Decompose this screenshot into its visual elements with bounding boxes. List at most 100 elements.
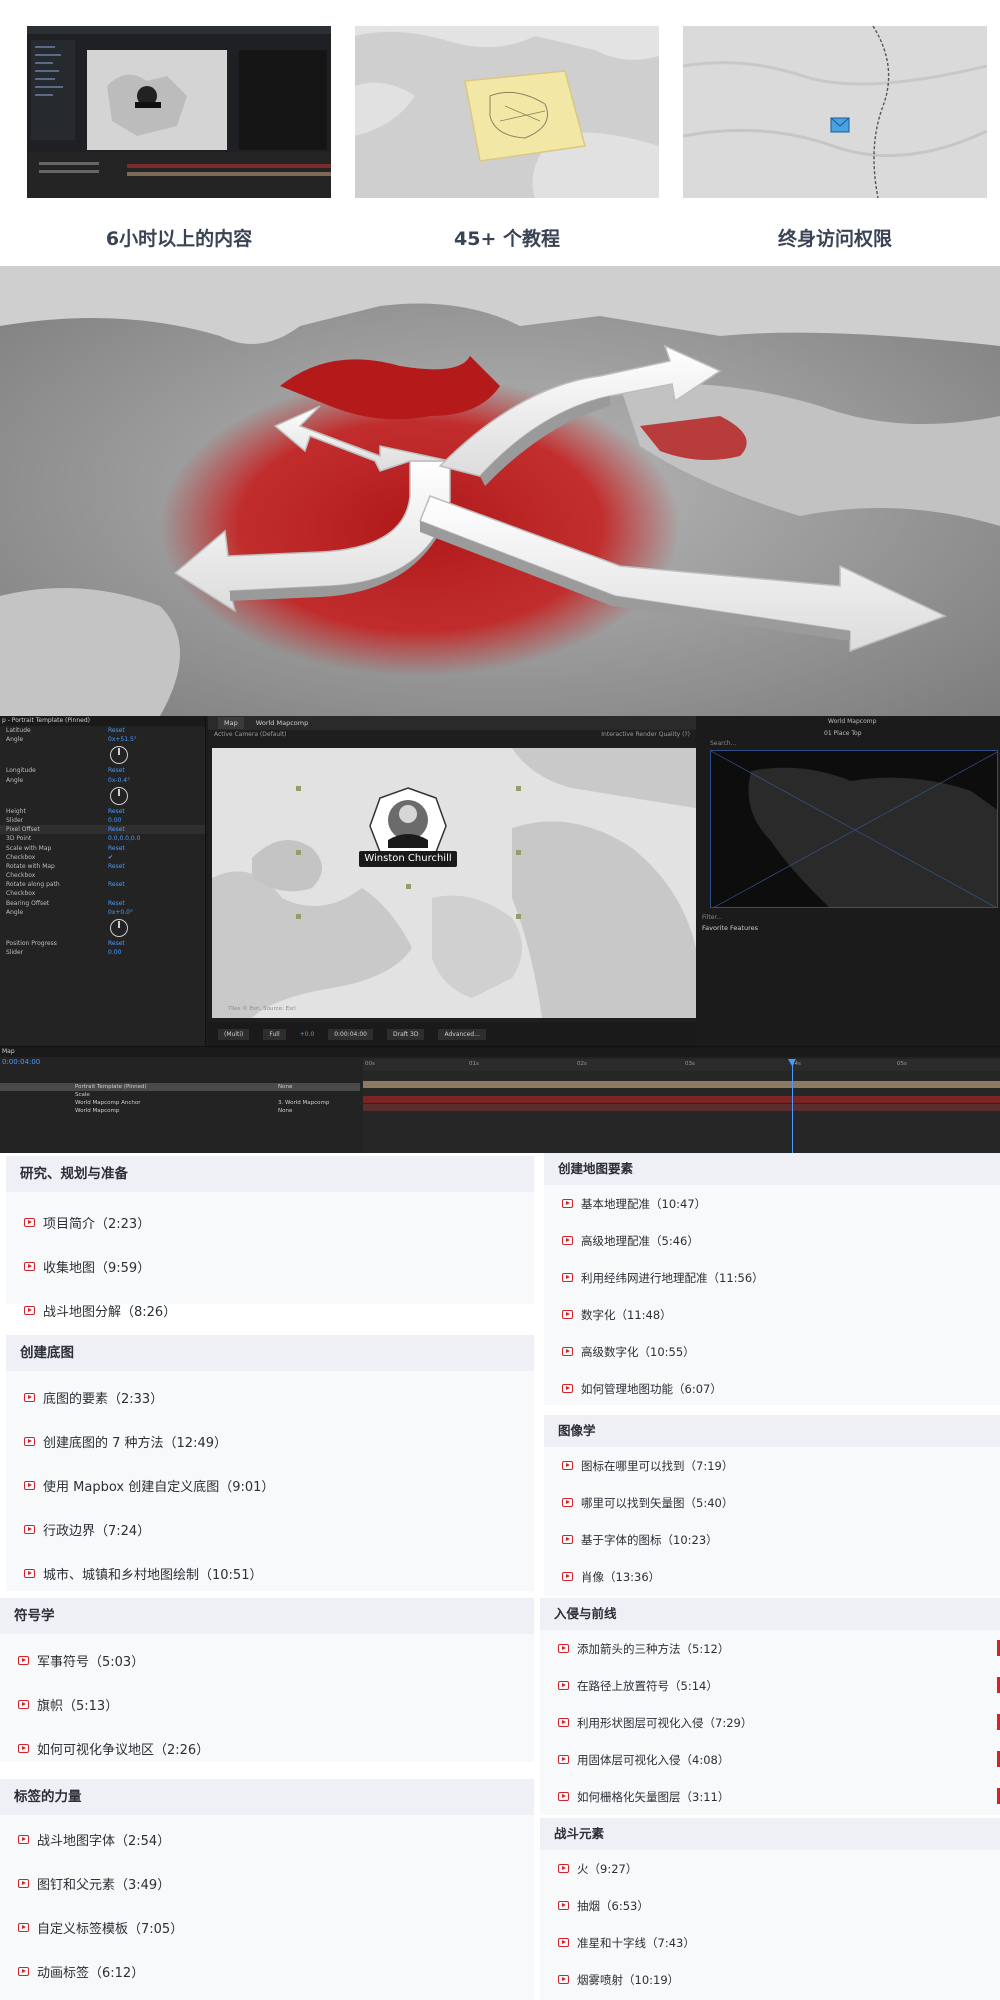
section-title: 创建底图 — [6, 1335, 534, 1371]
effect-param-row[interactable]: Angle 0x+0.0° — [0, 908, 205, 917]
lesson-item[interactable]: 城市、城镇和乡村地图绘制（10:51） — [6, 1551, 534, 1595]
effect-param-row[interactable]: Rotate along path Reset — [0, 880, 205, 889]
effect-controls-panel: p - Portrait Template (Pinned) Latitude R… — [0, 716, 206, 1046]
composition-tabs: Map World Mapcomp — [208, 716, 696, 730]
current-time[interactable]: 0:00:04:00 — [328, 1028, 373, 1040]
effect-param-row[interactable]: Checkbox ✔ — [0, 853, 205, 862]
video-play-icon — [558, 1975, 569, 1984]
timeline-tracks[interactable]: 00s 01s 02s 03s 04s 05s — [363, 1059, 1000, 1153]
lesson-item[interactable]: 肖像（13:36） — [544, 1558, 1000, 1595]
timecode[interactable]: 0:00:04:00 — [2, 1058, 40, 1066]
exposure-value[interactable]: +0.0 — [300, 1031, 315, 1038]
world-map-preview[interactable] — [710, 750, 998, 908]
portrait-label: Winston Churchill — [359, 851, 457, 867]
layer-bar[interactable] — [363, 1096, 1000, 1103]
feature-label-tutorials: 45+ 个教程 — [454, 228, 560, 250]
effect-param-row[interactable]: Slider 0.00 — [0, 948, 205, 957]
video-play-icon — [24, 1524, 35, 1534]
effect-param-row[interactable]: Latitude Reset — [0, 726, 205, 735]
effect-param-row[interactable]: Longitude Reset — [0, 766, 205, 775]
effect-param-row[interactable]: Checkbox — [0, 889, 205, 898]
lesson-item[interactable]: 如何管理地图功能（6:07） — [544, 1370, 1000, 1407]
favorite-features[interactable]: Favorite Features — [702, 924, 758, 932]
filter-field[interactable]: Filter... — [702, 914, 722, 921]
effect-param-row[interactable]: Pixel Offset Reset — [0, 825, 205, 835]
advanced-button[interactable]: Advanced... — [438, 1028, 486, 1040]
effect-param-row[interactable]: Slider 0.00 — [0, 816, 205, 825]
effect-param-row[interactable]: Checkbox — [0, 871, 205, 880]
lesson-item[interactable]: 高级地理配准（5:46） — [544, 1222, 1000, 1259]
effect-param-row[interactable]: Scale with Map Reset — [0, 844, 205, 853]
terrain-icon-thumbnail — [683, 26, 987, 198]
lesson-item[interactable]: 底图的要素（2:33） — [6, 1375, 534, 1419]
lesson-item[interactable]: 准星和十字线（7:43） — [540, 1924, 1000, 1961]
lesson-item[interactable]: 基本地理配准（10:47） — [544, 1185, 1000, 1222]
lesson-item[interactable]: 图钉和父元素（3:49） — [0, 1861, 534, 1905]
lesson-item[interactable]: 基于字体的图标（10:23） — [544, 1521, 1000, 1558]
layer-bar[interactable] — [363, 1104, 1000, 1111]
lesson-item[interactable]: 战斗地图字体（2:54） — [0, 1817, 534, 1861]
video-play-icon — [24, 1436, 35, 1446]
lesson-item[interactable]: 哪里可以找到矢量图（5:40） — [544, 1484, 1000, 1521]
video-play-icon — [562, 1461, 573, 1470]
lesson-item[interactable]: 项目简介（2:23） — [6, 1200, 534, 1244]
angle-dial[interactable] — [110, 919, 128, 937]
lesson-item[interactable]: 行政边界（7:24） — [6, 1507, 534, 1551]
timeline-tab[interactable]: Map — [0, 1047, 1000, 1057]
angle-dial[interactable] — [110, 786, 128, 805]
playhead[interactable] — [788, 1059, 796, 1153]
layer-row[interactable]: Scale — [0, 1091, 360, 1099]
video-play-icon — [562, 1199, 573, 1208]
lesson-item[interactable]: 添加箭头的三种方法（5:12） — [540, 1630, 1000, 1667]
layer-row[interactable]: World Mapcomp None — [0, 1107, 360, 1115]
tab-world-mapcomp[interactable]: World Mapcomp — [256, 719, 308, 727]
draft-3d-toggle[interactable]: Draft 3D — [387, 1028, 425, 1040]
time-ruler[interactable]: 00s 01s 02s 03s 04s 05s — [363, 1059, 1000, 1071]
magnification-select[interactable]: (Multi) — [218, 1028, 250, 1040]
lesson-item[interactable]: 图标在哪里可以找到（7:19） — [544, 1447, 1000, 1484]
video-play-icon — [24, 1305, 35, 1315]
lesson-item[interactable]: 火（9:27） — [540, 1850, 1000, 1887]
angle-dial[interactable] — [110, 746, 128, 765]
layer-row[interactable]: Portrait Template (Pinned) None — [0, 1083, 360, 1091]
lesson-item[interactable]: 使用 Mapbox 创建自定义底图（9:01） — [6, 1463, 534, 1507]
lesson-item[interactable]: 自定义标签模板（7:05） — [0, 1905, 534, 1949]
lesson-item[interactable]: 利用形状图层可视化入侵（7:29） — [540, 1704, 1000, 1741]
geolayers-panel: World Mapcomp 01 Place Top Search... Fil… — [698, 716, 1000, 1046]
layer-row[interactable]: World Mapcomp Anchor 3. World Mapcomp — [0, 1099, 360, 1107]
effect-param-row[interactable]: Rotate with Map Reset — [0, 862, 205, 871]
effect-param-row[interactable]: 3D Point 0.0,0.0,0.0 — [0, 834, 205, 843]
lesson-item[interactable]: 军事符号（5:03） — [0, 1638, 534, 1682]
lesson-item[interactable]: 用固体层可视化入侵（4:08） — [540, 1741, 1000, 1778]
lesson-item[interactable]: 在路径上放置符号（5:14） — [540, 1667, 1000, 1704]
effect-param-row[interactable]: Height Reset — [0, 807, 205, 816]
video-play-icon — [18, 1966, 29, 1976]
effect-param-row[interactable]: Angle 0x-0.4° — [0, 776, 205, 785]
effect-param-row[interactable]: Position Progress Reset — [0, 939, 205, 948]
lesson-item[interactable]: 高级数字化（10:55） — [544, 1333, 1000, 1370]
video-play-icon — [562, 1535, 573, 1544]
video-play-icon — [24, 1480, 35, 1490]
resolution-select[interactable]: Full — [263, 1028, 286, 1040]
lesson-item[interactable]: 如何可视化争议地区（2:26） — [0, 1726, 534, 1770]
lesson-item[interactable]: 数字化（11:48） — [544, 1296, 1000, 1333]
curriculum-section: 图像学 图标在哪里可以找到（7:19） 哪里可以找到矢量图（5:40） 基于字体… — [544, 1415, 1000, 1595]
effect-param-row[interactable]: Angle 0x+51.5° — [0, 735, 205, 744]
lesson-item[interactable]: 烟雾喷射（10:19） — [540, 1961, 1000, 1998]
preset-select[interactable]: 01 Place Top — [824, 730, 862, 737]
tab-map[interactable]: Map — [218, 717, 244, 729]
map-viewport[interactable]: Winston Churchill Tiles © Esri, Source: … — [212, 748, 696, 1018]
lesson-item[interactable]: 如何栅格化矢量图层（3:11） — [540, 1778, 1000, 1815]
layer-bar[interactable] — [363, 1081, 1000, 1088]
lesson-item[interactable]: 收集地图（9:59） — [6, 1244, 534, 1288]
search-field[interactable]: Search... — [710, 740, 736, 747]
lesson-item[interactable]: 战斗地图分解（8:26） — [6, 1288, 534, 1332]
map-credit: Tiles © Esri, Source: Esri — [228, 1006, 296, 1012]
lesson-item[interactable]: 抽烟（6:53） — [540, 1887, 1000, 1924]
lesson-item[interactable]: 旗帜（5:13） — [0, 1682, 534, 1726]
lesson-item[interactable]: 创建底图的 7 种方法（12:49） — [6, 1419, 534, 1463]
effect-param-row[interactable]: Bearing Offset Reset — [0, 899, 205, 908]
section-title: 战斗元素 — [540, 1818, 1000, 1850]
lesson-item[interactable]: 利用经纬网进行地理配准（11:56） — [544, 1259, 1000, 1296]
lesson-item[interactable]: 动画标签（6:12） — [0, 1949, 534, 1993]
